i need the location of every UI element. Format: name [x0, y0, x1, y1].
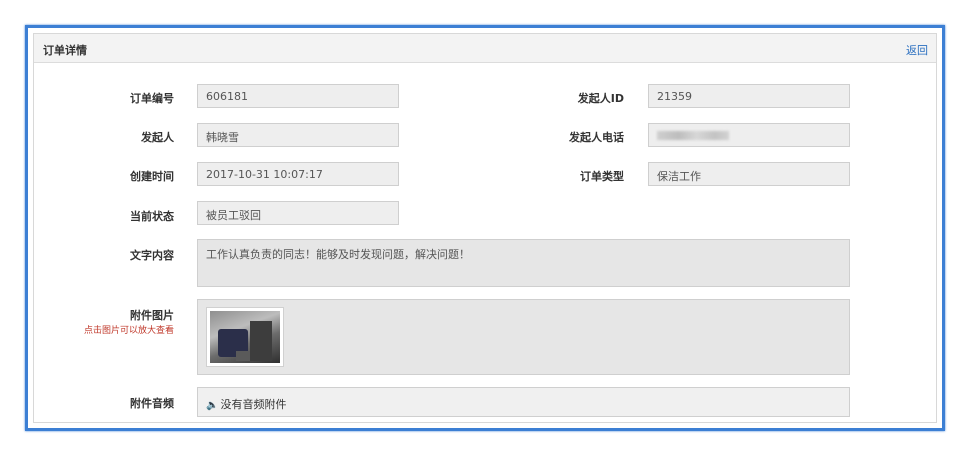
order-type-label: 订单类型 [580, 170, 624, 183]
speaker-icon: 🔈 [206, 400, 219, 411]
panel-header: 订单详情 返回 [34, 34, 936, 63]
page-title: 订单详情 [43, 44, 87, 57]
phone-value-blurred [657, 131, 729, 140]
attachment-image-label: 附件图片 [130, 309, 174, 322]
attachment-audio-value: 没有音频附件 [220, 398, 287, 411]
created-time-field: 2017-10-31 10:07:17 [197, 162, 399, 186]
content-field: 工作认真负责的同志！能够及时发现问题，解决问题！ [197, 239, 850, 287]
phone-label: 发起人电话 [569, 131, 624, 144]
detail-panel-frame: 订单详情 返回 订单编号 606181 发起人ID 21359 发起人 韩晓雪 … [25, 25, 945, 431]
attachment-thumbnail[interactable] [206, 307, 284, 367]
order-no-field: 606181 [197, 84, 399, 108]
initiator-field: 韩晓雪 [197, 123, 399, 147]
status-field: 被员工驳回 [197, 201, 399, 225]
detail-panel: 订单详情 返回 订单编号 606181 发起人ID 21359 发起人 韩晓雪 … [33, 33, 937, 423]
initiator-id-field: 21359 [648, 84, 850, 108]
content-label: 文字内容 [130, 249, 174, 262]
attachment-audio-field: 🔈 没有音频附件 [197, 387, 850, 417]
phone-field [648, 123, 850, 147]
back-link[interactable]: 返回 [906, 42, 928, 58]
order-no-label: 订单编号 [130, 92, 174, 105]
content-value: 工作认真负责的同志！能够及时发现问题，解决问题！ [206, 248, 470, 261]
created-time-value: 2017-10-31 10:07:17 [206, 168, 323, 181]
initiator-label: 发起人 [141, 131, 174, 144]
attachment-image-box [197, 299, 850, 375]
order-no-value: 606181 [206, 90, 248, 103]
attachment-audio-label: 附件音频 [130, 397, 174, 410]
initiator-id-value: 21359 [657, 90, 692, 103]
status-label: 当前状态 [130, 210, 174, 223]
attachment-photo [210, 311, 280, 363]
created-time-label: 创建时间 [130, 170, 174, 183]
order-type-field: 保洁工作 [648, 162, 850, 186]
initiator-id-label: 发起人ID [577, 92, 624, 105]
attachment-image-hint: 点击图片可以放大查看 [83, 326, 174, 336]
status-value: 被员工驳回 [206, 209, 261, 222]
initiator-value: 韩晓雪 [206, 131, 239, 144]
order-type-value: 保洁工作 [657, 170, 701, 183]
